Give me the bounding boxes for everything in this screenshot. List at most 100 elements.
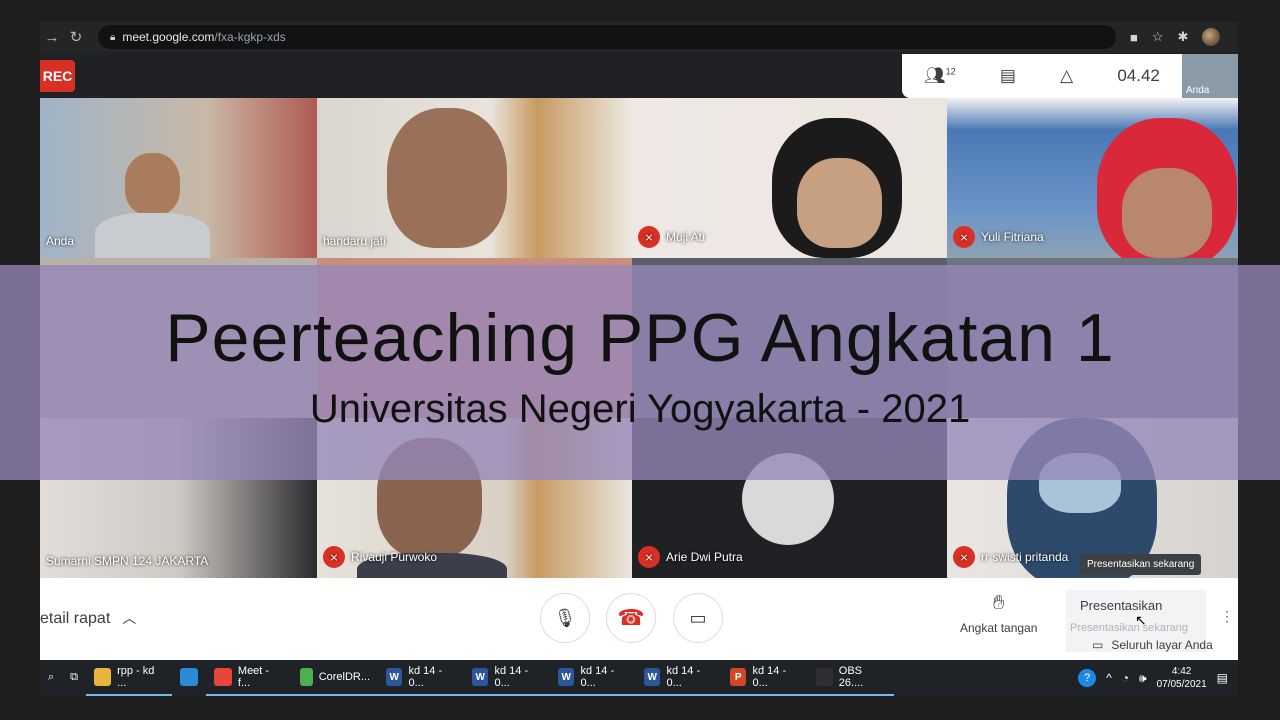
participant-name: Yuli Fitriana <box>981 230 1044 244</box>
mic-off-icon: ⨯ <box>953 546 975 568</box>
taskbar-app-button[interactable]: Meet - f... <box>206 660 293 696</box>
camera-icon: ▭ <box>689 607 707 628</box>
leave-call-button[interactable]: ☎︎ <box>606 593 656 643</box>
taskbar-app-label: kd 14 - 0... <box>408 665 443 689</box>
reload-icon[interactable]: ↻ <box>64 28 88 46</box>
task-view-button[interactable]: ⧉ <box>62 660 86 696</box>
mouse-cursor-icon: ↖ <box>1135 612 1147 628</box>
self-view-thumbnail[interactable]: Anda <box>1182 54 1238 98</box>
meeting-time: 04.42 <box>1117 66 1160 85</box>
taskbar-app-button[interactable]: Wkd 14 - 0... <box>464 660 551 696</box>
participant-name: handaru jati <box>323 234 386 248</box>
participant-name: Sumarni SMPN 124 JAKARTA <box>46 554 209 568</box>
word-icon: W <box>644 668 661 686</box>
profile-avatar[interactable] <box>1202 28 1221 46</box>
entire-screen-label: Seluruh layar Anda <box>1111 638 1213 652</box>
mic-off-icon: ⨯ <box>323 546 345 568</box>
taskbar-app-button[interactable] <box>172 660 206 696</box>
volume-icon[interactable]: 🕪︎ <box>1139 671 1147 686</box>
participant-name: Rivauji Purwoko <box>351 550 438 564</box>
forward-icon[interactable]: → <box>40 29 64 46</box>
coreldraw-icon <box>300 668 313 686</box>
taskbar-app-label: kd 14 - 0... <box>494 665 529 689</box>
meet-control-bar: etail rapat ︿ 🎙︎ ☎︎ ▭ ✋︎ Angkat tangan Pr… <box>40 578 1238 660</box>
taskbar-app-button[interactable]: Wkd 14 - 0... <box>550 660 637 696</box>
url-path: /fxa-kgkp-xds <box>214 30 286 44</box>
extensions-icon[interactable]: ✱ <box>1178 29 1189 45</box>
screen-frame: → ↻ 🔒︎ meet.google.com/fxa-kgkp-xds ■ ☆ … <box>0 0 1280 720</box>
participant-name: rr swisti pritanda <box>981 550 1069 564</box>
camera-indicator-icon[interactable]: ■ <box>1130 30 1138 45</box>
participant-name: Muji Ati <box>666 230 705 244</box>
taskbar-app-button[interactable]: Pkd 14 - 0... <box>722 660 809 696</box>
edge-icon <box>180 668 199 686</box>
raise-hand-label: Angkat tangan <box>960 621 1038 635</box>
chrome-icon <box>214 668 232 686</box>
people-icon[interactable]: 👥︎12 <box>924 66 956 86</box>
chat-icon[interactable]: ▤ <box>1000 66 1016 86</box>
monitor-icon: ▭ <box>1092 638 1104 652</box>
meeting-details-toggle[interactable]: etail rapat ︿ <box>40 608 136 628</box>
microphone-button[interactable]: 🎙︎ <box>540 593 590 643</box>
participant-tile[interactable]: Anda <box>40 98 317 258</box>
browser-toolbar: → ↻ 🔒︎ meet.google.com/fxa-kgkp-xds ■ ☆ … <box>40 22 1238 52</box>
overlay-subtitle: Universitas Negeri Yogyakarta - 2021 <box>309 387 971 431</box>
windows-taskbar: ⌕ ⧉ rpp - kd ... Meet - f... CorelDR... Wkd… <box>40 660 1238 696</box>
taskbar-app-label: kd 14 - 0... <box>752 665 787 689</box>
url-host: meet.google.com <box>122 30 215 44</box>
taskbar-clock[interactable]: 4:42 07/05/2021 <box>1157 665 1207 691</box>
participant-tile[interactable]: ⨯ Yuli Fitriana <box>947 98 1238 258</box>
overlay-title: Peerteaching PPG Angkatan 1 <box>165 300 1115 376</box>
mic-off-icon: ⨯ <box>638 226 660 248</box>
system-tray: ? ^ ◔ 🕪︎ 4:42 07/05/2021 ▤ <box>1078 665 1238 691</box>
microphone-icon: 🎙︎ <box>553 607 577 628</box>
taskbar-app-button[interactable]: Wkd 14 - 0... <box>378 660 465 696</box>
tray-expand-icon[interactable]: ^ <box>1106 671 1112 685</box>
present-entire-screen-option[interactable]: ▭ Seluruh layar Anda <box>1092 632 1238 658</box>
obs-icon <box>816 668 833 686</box>
search-icon: ⌕ <box>48 670 55 683</box>
present-tooltip: Presentasikan sekarang <box>1080 554 1202 575</box>
meeting-details-label: etail rapat <box>40 610 111 627</box>
word-icon: W <box>472 668 489 686</box>
taskbar-app-label: Meet - f... <box>237 665 270 689</box>
activities-icon[interactable]: △ <box>1060 66 1073 86</box>
task-view-icon: ⧉ <box>70 670 79 683</box>
word-icon: W <box>558 668 575 686</box>
hang-up-icon: ☎︎ <box>617 605 645 630</box>
mic-off-icon: ⨯ <box>953 226 975 248</box>
present-label: Presentasikan <box>1080 598 1163 613</box>
chevron-up-icon: ︿ <box>122 610 137 626</box>
taskbar-app-label: CorelDR... <box>318 671 371 683</box>
mic-off-icon: ⨯ <box>638 546 660 568</box>
address-bar[interactable]: 🔒︎ meet.google.com/fxa-kgkp-xds <box>98 25 1116 49</box>
taskbar-app-button[interactable]: Wkd 14 - 0... <box>636 660 723 696</box>
word-icon: W <box>386 668 403 686</box>
taskbar-app-label: rpp - kd ... <box>117 665 155 689</box>
taskbar-search-button[interactable]: ⌕ <box>40 660 62 696</box>
participant-tile[interactable]: ⨯ Muji Ati <box>632 98 947 258</box>
network-icon[interactable]: ◔ <box>1122 671 1129 685</box>
clock-date: 07/05/2021 <box>1156 679 1207 690</box>
taskbar-app-label: OBS 26.... <box>838 665 864 689</box>
powerpoint-icon: P <box>730 668 747 686</box>
folder-icon <box>94 668 112 686</box>
recording-badge: REC <box>40 60 75 92</box>
participant-tile[interactable]: handaru jati <box>317 98 632 258</box>
raise-hand-button[interactable]: ✋︎ Angkat tangan <box>960 592 1037 635</box>
hand-icon: ✋︎ <box>993 592 1005 614</box>
help-icon[interactable]: ? <box>1078 669 1097 687</box>
participant-count: 12 <box>945 66 956 77</box>
taskbar-app-button[interactable]: OBS 26.... <box>808 660 895 696</box>
taskbar-app-button[interactable]: CorelDR... <box>292 660 379 696</box>
more-options-icon[interactable]: ⋮ <box>1220 608 1234 625</box>
self-label: Anda <box>1186 85 1210 96</box>
star-icon[interactable]: ☆ <box>1152 29 1164 45</box>
taskbar-app-button[interactable]: rpp - kd ... <box>86 660 173 696</box>
participant-name: Anda <box>46 234 75 248</box>
clock-time: 4:42 <box>1171 666 1192 677</box>
camera-button[interactable]: ▭ <box>673 593 723 643</box>
meeting-info-panel: 👥︎12 ▤ △ 04.42 <box>902 54 1182 98</box>
notifications-icon[interactable]: ▤ <box>1217 671 1228 685</box>
taskbar-app-label: kd 14 - 0... <box>666 665 701 689</box>
